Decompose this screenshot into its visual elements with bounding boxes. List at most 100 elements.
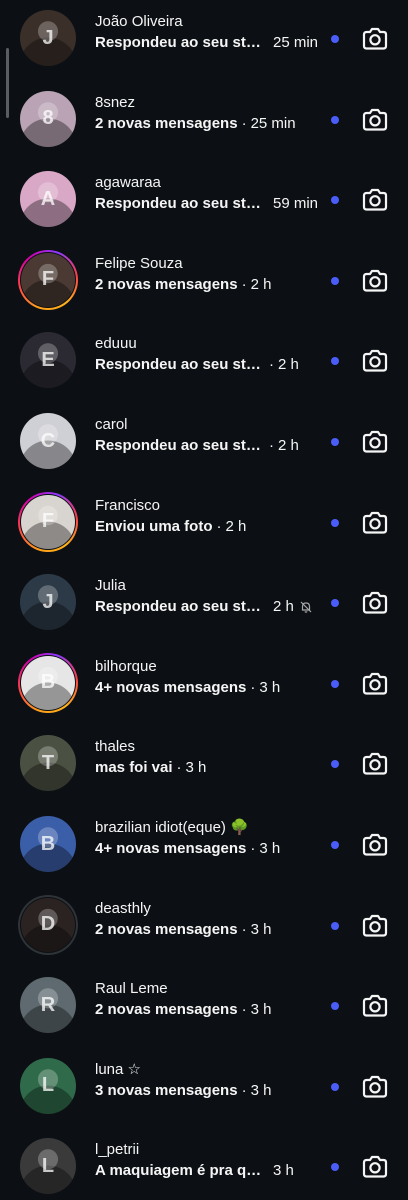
thread-time: 3 h (250, 920, 272, 938)
camera-icon[interactable] (361, 1074, 389, 1100)
camera-icon[interactable] (361, 107, 389, 133)
avatar[interactable]: C (18, 411, 78, 471)
thread-row[interactable]: F Francisco Enviou uma foto · 2 h (0, 484, 408, 565)
avatar-border: L (18, 1055, 78, 1116)
thread-time: 3 h (259, 840, 281, 857)
thread-name: bilhorque (95, 657, 157, 675)
thread-separator: · (250, 678, 256, 696)
thread-row[interactable]: Ll_petrii A maquiagem é pra quem... 3 h (0, 1128, 408, 1200)
avatar-initial: J (42, 26, 54, 49)
thread-preview: Respondeu ao seu story (95, 437, 265, 454)
thread-time: 2 h (273, 598, 294, 616)
thread-text: 8snez 2 novas mensagens · 25 min (95, 93, 320, 134)
thread-row[interactable]: F Felipe Souza 2 novas mensagens · 2 h (0, 242, 408, 323)
thread-subtitle: 3 novas mensagens · 3 h (95, 1081, 320, 1101)
thread-name: deasthly (95, 899, 151, 917)
unread-dot (331, 1163, 339, 1172)
camera-icon[interactable] (361, 429, 389, 455)
unread-dot (331, 921, 339, 930)
thread-preview: 2 novas mensagens (95, 275, 238, 293)
thread-row[interactable]: Lluna ☆ 3 novas mensagens · 3 h (0, 1048, 408, 1129)
thread-name: Julia (95, 577, 126, 595)
avatar-border: J (18, 572, 78, 633)
thread-row[interactable]: 8 8snez 2 novas mensagens · 25 min (0, 81, 408, 162)
thread-text: Francisco Enviou uma foto · 2 h (95, 496, 320, 537)
avatar-image: A (20, 171, 76, 228)
avatar[interactable]: B (18, 814, 78, 874)
avatar[interactable]: R (18, 975, 78, 1036)
avatar-border: 8 (18, 88, 78, 149)
avatar[interactable]: B (18, 652, 78, 713)
avatar[interactable]: J (18, 8, 78, 68)
camera-icon[interactable] (361, 348, 389, 374)
thread-row[interactable]: Eeduuu Respondeu ao seu story · 2 h (0, 322, 408, 403)
avatar[interactable]: F (18, 249, 78, 310)
thread-row[interactable]: Tthales mas foi vai · 3 h (0, 725, 408, 806)
thread-time: 2 h (250, 275, 272, 293)
thread-list[interactable]: J João Oliveira Respondeu ao seu sto... 25 … (0, 0, 408, 1200)
camera-icon[interactable] (361, 832, 389, 858)
camera-icon[interactable] (361, 913, 389, 939)
avatar[interactable]: J (18, 572, 78, 633)
unread-dot (331, 196, 339, 205)
thread-preview: Respondeu ao seu stor... (95, 598, 265, 616)
thread-row[interactable]: R Raul Leme 2 novas mensagens · 3 h (0, 967, 408, 1048)
unread-dot (331, 276, 339, 285)
camera-icon[interactable] (361, 671, 389, 697)
avatar-image: J (20, 10, 76, 66)
thread-text: agawaraa Respondeu ao seu sto... 59 min (95, 173, 320, 214)
avatar-border: L (18, 1136, 78, 1197)
thread-time: 2 h (278, 437, 299, 454)
avatar-initial: B (40, 671, 56, 694)
thread-row[interactable]: Ddeasthly 2 novas mensagens · 3 h (0, 887, 408, 968)
thread-row[interactable]: Bbilhorque 4+ novas mensagens · 3 h (0, 645, 408, 726)
avatar-border: C (18, 411, 78, 471)
thread-preview: 4+ novas mensagens (95, 840, 247, 857)
thread-text: luna ☆ 3 novas mensagens · 3 h (95, 1060, 320, 1101)
camera-icon[interactable] (361, 590, 389, 616)
avatar[interactable]: L (18, 1055, 78, 1116)
thread-row[interactable]: J Julia Respondeu ao seu stor... 2 h (0, 564, 408, 645)
thread-preview: mas foi vai (95, 759, 173, 777)
thread-subtitle: Respondeu ao seu story · 2 h (95, 436, 320, 456)
thread-text: l_petrii A maquiagem é pra quem... 3 h (95, 1140, 320, 1181)
thread-preview: 2 novas mensagens (95, 114, 238, 132)
unread-dot (331, 841, 339, 849)
unread-dot (331, 679, 339, 688)
thread-row[interactable]: Aagawaraa Respondeu ao seu sto... 59 min (0, 161, 408, 242)
avatar-border: F (20, 251, 76, 308)
thread-row[interactable]: Ccarol Respondeu ao seu story · 2 h (0, 403, 408, 484)
unread-dot (331, 599, 339, 608)
thread-separator: · (241, 1081, 247, 1099)
avatar[interactable]: T (18, 733, 78, 794)
thread-subtitle: 2 novas mensagens · 2 h (95, 275, 320, 295)
thread-preview: 3 novas mensagens (95, 1081, 238, 1099)
avatar[interactable]: F (18, 491, 78, 552)
unread-dot (331, 760, 339, 769)
avatar-image: C (20, 413, 76, 469)
avatar[interactable]: E (18, 330, 78, 391)
avatar[interactable]: 8 (18, 88, 78, 149)
thread-text: Julia Respondeu ao seu stor... 2 h (95, 576, 320, 617)
thread-subtitle: mas foi vai · 3 h (95, 758, 320, 778)
thread-separator: · (241, 114, 247, 132)
thread-name: agawaraa (95, 174, 161, 192)
camera-icon[interactable] (361, 187, 389, 213)
avatar[interactable]: L (18, 1136, 78, 1197)
avatar-image: L (20, 1057, 76, 1114)
camera-icon[interactable] (361, 993, 389, 1019)
camera-icon[interactable] (361, 1154, 389, 1180)
thread-subtitle: Respondeu ao seu story · 2 h (95, 355, 320, 375)
thread-preview: Respondeu ao seu sto... (95, 195, 265, 213)
thread-row[interactable]: J João Oliveira Respondeu ao seu sto... 25 … (0, 0, 408, 81)
avatar-image: R (20, 977, 76, 1034)
camera-icon[interactable] (361, 268, 389, 294)
avatar-image: D (21, 897, 75, 952)
camera-icon[interactable] (361, 26, 389, 52)
camera-icon[interactable] (361, 510, 389, 536)
thread-name: thales (95, 738, 136, 756)
avatar[interactable]: A (18, 169, 78, 230)
avatar[interactable]: D (18, 894, 78, 955)
camera-icon[interactable] (361, 751, 389, 777)
thread-row[interactable]: Bbrazilian idiot(eque) 🌳 4+ novas mensage… (0, 806, 408, 887)
